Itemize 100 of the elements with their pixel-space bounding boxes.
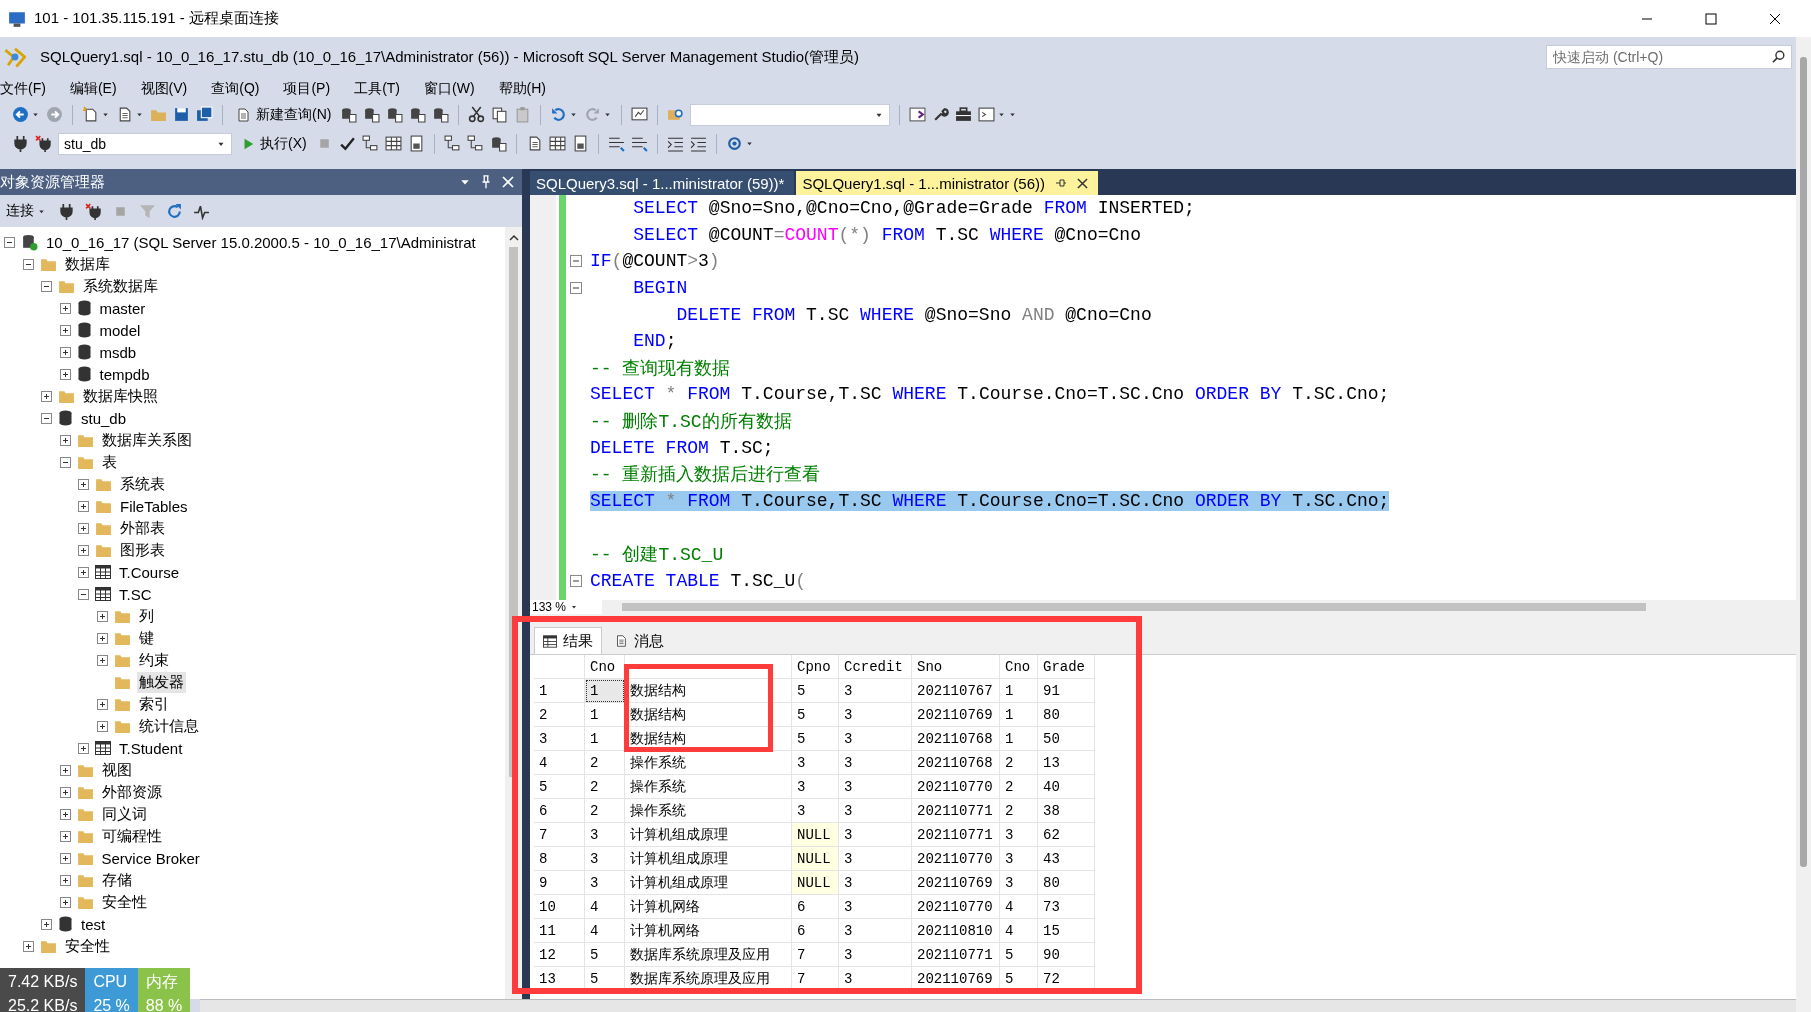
save-icon[interactable] (173, 106, 190, 123)
scrollbar[interactable] (622, 603, 1646, 611)
plan-icon[interactable] (466, 135, 484, 152)
connect-button[interactable]: 连接 (4, 202, 48, 220)
expander-icon[interactable] (59, 764, 71, 776)
document-tab[interactable]: SQLQuery1.sql - 1...ministrator (56)) (796, 171, 1098, 195)
scrollbar[interactable] (200, 999, 1796, 1012)
tree-item[interactable]: 数据库关系图 (99, 429, 194, 451)
menu-item[interactable]: 编辑(E) (69, 79, 117, 98)
tree-item[interactable]: 10_0_16_17 (SQL Server 15.0.2000.5 - 10_0_16_17\Administrat (44, 232, 478, 252)
column-header[interactable]: Sno (912, 655, 1000, 679)
tree-item[interactable]: 系统表 (118, 473, 167, 495)
tree-item[interactable]: 安全性 (62, 935, 112, 957)
query-database-icon[interactable] (363, 106, 381, 123)
expander-icon[interactable] (4, 236, 15, 248)
expander-icon[interactable] (22, 258, 34, 270)
results-grid-icon[interactable] (548, 135, 566, 152)
save-all-icon[interactable] (196, 106, 213, 123)
caret-icon[interactable] (603, 110, 613, 119)
expander-icon[interactable] (41, 918, 52, 930)
tree-item[interactable]: Service Broker (99, 848, 202, 868)
dropdown-icon[interactable] (460, 177, 470, 187)
comment-icon[interactable] (607, 135, 625, 152)
expander-icon[interactable] (59, 302, 71, 314)
collapse-icon[interactable] (570, 282, 582, 295)
overflow-icon[interactable] (1008, 110, 1018, 119)
results-tab[interactable]: 结果 (534, 627, 602, 654)
tree-item[interactable]: 安全性 (99, 891, 149, 913)
expander-icon[interactable] (59, 456, 71, 468)
tree-item[interactable]: 统计信息 (136, 715, 201, 737)
quick-launch-field[interactable]: 快速启动 (Ctrl+Q) (1546, 45, 1792, 69)
zoom-dropdown[interactable]: 133 % (530, 600, 602, 614)
expander-icon[interactable] (41, 412, 52, 424)
tree-item[interactable]: 触发器 (136, 671, 186, 693)
database-icon[interactable] (489, 135, 507, 152)
expander-icon[interactable] (59, 346, 71, 358)
query-database-icon[interactable] (340, 106, 358, 123)
toolbox-icon[interactable] (955, 106, 973, 123)
new-project-icon[interactable] (82, 106, 99, 123)
menu-item[interactable]: 项目(P) (283, 79, 331, 98)
caret-icon[interactable] (135, 110, 144, 119)
checkmark-icon[interactable] (338, 135, 356, 152)
close-icon[interactable] (1769, 12, 1781, 25)
copy-icon[interactable] (491, 106, 509, 123)
indent-icon[interactable] (689, 135, 707, 152)
tree-item[interactable]: 数据库快照 (81, 385, 160, 407)
close-icon[interactable] (1077, 177, 1088, 189)
expander-icon[interactable] (41, 280, 52, 292)
query-database-icon[interactable] (432, 106, 450, 123)
expander-icon[interactable] (41, 390, 52, 402)
tree-item[interactable]: msdb (97, 342, 139, 362)
column-header[interactable]: Cpno (792, 655, 839, 679)
tree-item[interactable]: FileTables (118, 496, 190, 516)
disconnect-icon[interactable] (85, 202, 102, 220)
query-database-icon[interactable] (386, 106, 404, 123)
wrench-icon[interactable] (932, 106, 950, 123)
cut-icon[interactable] (468, 106, 486, 123)
collapse-icon[interactable] (570, 255, 582, 268)
expander-icon[interactable] (78, 544, 89, 556)
plug-icon[interactable] (12, 135, 29, 152)
parameter-icon[interactable] (725, 135, 743, 152)
tree-item[interactable]: 存储 (99, 869, 134, 891)
expander-icon[interactable] (59, 324, 71, 336)
menu-item[interactable]: 工具(T) (354, 79, 400, 98)
expander-icon[interactable] (59, 368, 71, 380)
caret-icon[interactable] (101, 110, 110, 119)
expander-icon[interactable] (59, 852, 71, 864)
plan-icon[interactable] (361, 135, 379, 152)
expander-icon[interactable] (59, 874, 71, 886)
expander-icon[interactable] (78, 500, 89, 512)
expander-icon[interactable] (96, 610, 108, 622)
expander-icon[interactable] (59, 434, 71, 446)
expander-icon[interactable] (59, 896, 71, 908)
tree-item[interactable]: 可编程性 (99, 825, 164, 847)
tree-item[interactable]: 表 (99, 451, 119, 473)
menu-item[interactable]: 帮助(H) (498, 79, 546, 98)
tree-item[interactable]: 约束 (136, 649, 171, 671)
tree-item[interactable]: T.SC (117, 584, 154, 604)
menu-item[interactable]: 文件(F) (0, 79, 46, 98)
menu-item[interactable]: 窗口(W) (424, 79, 475, 98)
tree-item[interactable]: stu_db (79, 408, 129, 428)
undo-icon[interactable] (550, 106, 568, 123)
tree-item[interactable]: T.Course (117, 562, 182, 582)
menu-item[interactable]: 视图(V) (140, 79, 188, 98)
expander-icon[interactable] (78, 478, 89, 490)
refresh-icon[interactable] (166, 202, 183, 220)
tree-item[interactable]: 外部资源 (99, 781, 164, 803)
document-tab[interactable]: SQLQuery3.sql - 1...ministrator (59))* (530, 171, 795, 195)
tree-item[interactable]: 列 (136, 605, 156, 627)
tree-item[interactable]: 索引 (136, 693, 171, 715)
expander-icon[interactable] (96, 698, 108, 710)
query-database-icon[interactable] (409, 106, 427, 123)
expander-icon[interactable] (96, 632, 108, 644)
caret-icon[interactable] (31, 110, 40, 119)
connect-plug-icon[interactable] (58, 202, 75, 220)
solution-icon[interactable] (909, 106, 927, 123)
tree-item[interactable]: model (97, 320, 143, 340)
expander-icon[interactable] (78, 566, 89, 578)
disconnect-icon[interactable] (35, 135, 52, 152)
maximize-icon[interactable] (1705, 12, 1717, 25)
